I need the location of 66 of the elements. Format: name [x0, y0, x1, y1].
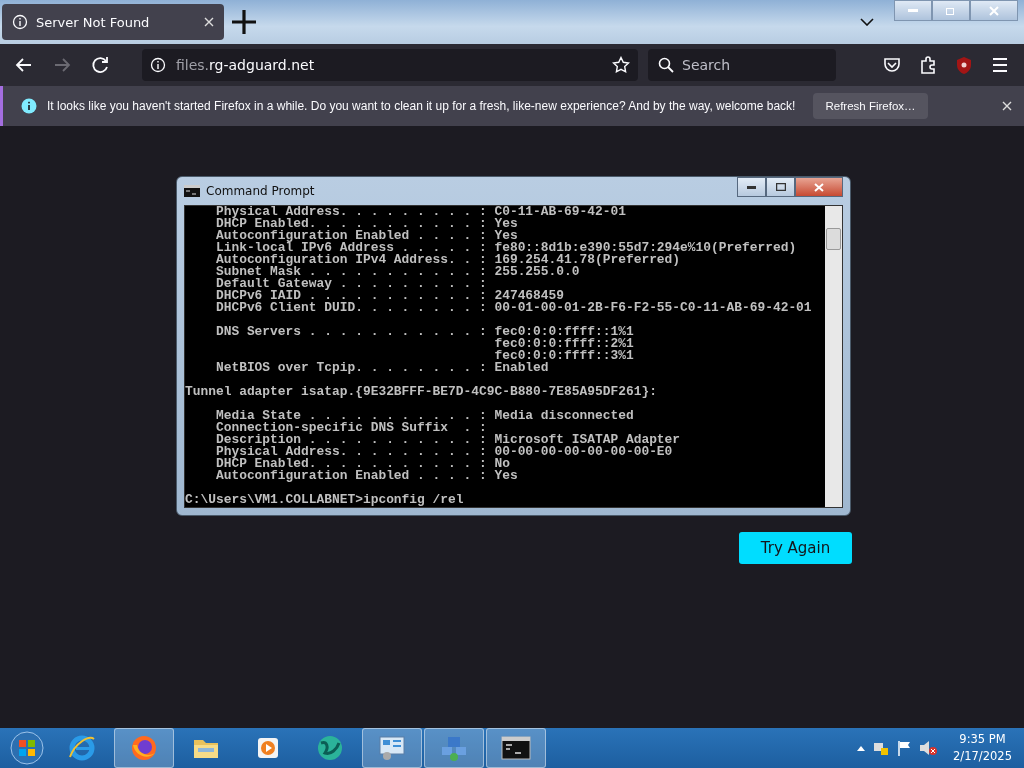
console-line: Autoconfiguration Enabled . . . . : Yes	[214, 470, 519, 482]
window-title: Command Prompt	[206, 184, 315, 198]
tab-title: Server Not Found	[36, 14, 151, 30]
close-icon[interactable]	[204, 17, 214, 27]
restore-button[interactable]	[932, 0, 970, 21]
console-line: Media State . . . . . . . . . . . : Media disconnected	[214, 410, 635, 422]
new-tab-icon[interactable]	[230, 8, 258, 36]
clock-time: 9:35 PM	[959, 731, 1006, 748]
console-line: Autoconfiguration IPv4 Address. . : 169.254.41.78(Preferred)	[214, 254, 681, 266]
info-icon	[21, 98, 37, 114]
browser-tab[interactable]: Server Not Found	[2, 4, 224, 40]
firefox-icon	[129, 733, 159, 763]
restore-icon	[946, 6, 956, 15]
maximize-icon	[775, 183, 786, 191]
minimize-button[interactable]	[737, 177, 766, 197]
minimize-icon	[747, 185, 756, 189]
clock-date: 2/17/2025	[953, 748, 1012, 765]
clock[interactable]: 9:35 PM 2/17/2025	[945, 731, 1020, 765]
star-icon[interactable]	[612, 56, 630, 74]
network-icon[interactable]	[873, 740, 890, 756]
minimize-icon	[908, 9, 918, 12]
close-icon[interactable]	[1002, 101, 1012, 111]
scrollbar[interactable]	[825, 206, 842, 507]
search-icon	[658, 57, 674, 73]
url-text: files.rg-adguard.net	[176, 57, 316, 73]
console-line: DHCP Enabled. . . . . . . . . . . : No	[214, 458, 510, 470]
close-icon	[989, 5, 999, 16]
console-line: DHCP Enabled. . . . . . . . . . . : Yes	[214, 218, 519, 230]
refresh-button[interactable]: Refresh Firefox…	[813, 93, 928, 119]
notification-text: It looks like you haven't started Firefox in a while. Do you want to clean it up for a fresh, like-new experience? And by the way, welcome back!	[47, 99, 796, 113]
flag-icon[interactable]	[897, 740, 912, 756]
info-icon	[150, 57, 166, 73]
console-line: Link-local IPv6 Address . . . . . : fe80::8d1b:e390:55d7:294e%10(Preferred)	[214, 242, 798, 254]
search-input[interactable]: Search	[680, 56, 824, 74]
console-line: Subnet Mask . . . . . . . . . . . : 255.255.0.0	[214, 266, 580, 278]
console-line: Autoconfiguration Enabled . . . . : Yes	[214, 230, 518, 242]
console-line: Description . . . . . . . . . . . : Microsoft ISATAP Adapter	[214, 434, 682, 446]
close-button[interactable]	[970, 0, 1018, 21]
console-line: NetBIOS over Tcpip. . . . . . . . : Enabled	[214, 362, 550, 374]
console-line: Physical Address. . . . . . . . . : C0-11-AB-69-42-01	[214, 206, 627, 218]
taskbar-button[interactable]	[486, 728, 546, 768]
console-line: DHCPv6 IAID . . . . . . . . . . . : 247468459	[214, 290, 565, 302]
speaker-muted-icon[interactable]	[919, 740, 938, 756]
control-panel-icon	[377, 733, 407, 763]
console-line: DNS Servers . . . . . . . . . . . : fec0:0:0:ffff::1%1	[214, 326, 635, 338]
close-button[interactable]	[795, 177, 843, 197]
globe-icon	[315, 733, 345, 763]
console-line: Default Gateway . . . . . . . . . :	[214, 278, 488, 290]
command-prompt-icon	[501, 735, 531, 761]
info-icon	[12, 14, 28, 30]
search-field[interactable]: Search	[648, 49, 836, 81]
console-line: DHCPv6 Client DUID. . . . . . . . : 00-01-00-01-2B-F6-F2-55-C0-11-AB-69-42-01	[214, 302, 813, 314]
console-line: fec0:0:0:ffff::3%1	[493, 350, 635, 362]
console-line: fec0:0:0:ffff::2%1	[493, 338, 635, 350]
console-line: Connection-specific DNS Suffix . :	[214, 422, 488, 434]
ie-icon	[67, 733, 97, 763]
chevron-down-icon[interactable]	[860, 18, 874, 26]
console-line: Physical Address. . . . . . . . . : 00-00-00-00-00-00-00-E0	[214, 446, 673, 458]
try-again-button[interactable]: Try Again	[739, 532, 852, 564]
close-icon	[814, 182, 824, 192]
caret-up-icon[interactable]	[857, 745, 866, 751]
console-line: Tunnel adapter isatap.{9E32BFFF-BE7D-4C9C-B880-7E85A95DF261}:	[185, 386, 658, 398]
console-line: C:\Users\VM1.COLLABNET>ipconfig /rel	[185, 494, 465, 506]
address-bar[interactable]: files.rg-adguard.net	[142, 49, 638, 81]
command-prompt-icon	[184, 185, 200, 197]
maximize-button[interactable]	[766, 177, 795, 197]
